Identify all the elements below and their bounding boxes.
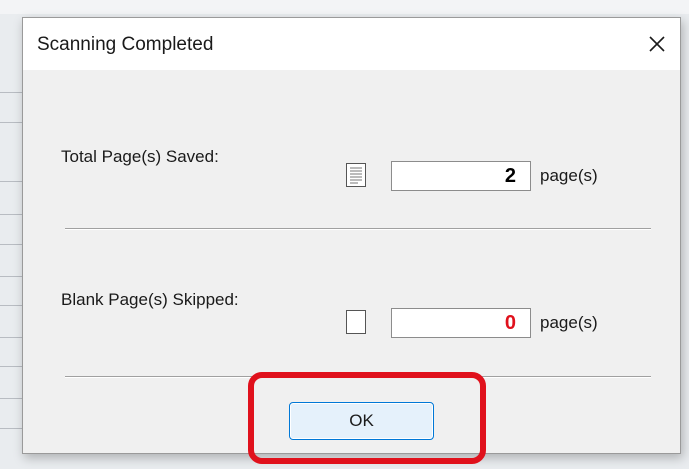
saved-pages-value: 2 — [504, 165, 516, 187]
background-line — [0, 276, 22, 277]
annotation-highlight-box — [248, 372, 486, 464]
background-line — [0, 214, 22, 215]
background-line — [0, 244, 22, 245]
document-page-icon — [346, 163, 366, 187]
saved-pages-label: Total Page(s) Saved: — [61, 147, 219, 166]
dialog-titlebar: Scanning Completed — [23, 18, 680, 70]
background-line — [0, 428, 22, 429]
blank-page-icon — [346, 310, 366, 334]
background-line — [0, 366, 22, 367]
background-line — [0, 337, 22, 338]
skipped-pages-value: 0 — [504, 312, 516, 334]
saved-pages-unit: page(s) — [540, 166, 598, 185]
background-window-strip — [0, 0, 689, 14]
saved-pages-count: 2 — [391, 161, 531, 191]
background-line — [0, 92, 22, 93]
background-line — [0, 122, 22, 123]
background-line — [0, 398, 22, 399]
background-line — [0, 305, 22, 306]
close-button[interactable] — [634, 18, 680, 70]
skipped-pages-count: 0 — [391, 308, 531, 338]
skipped-pages-unit: page(s) — [540, 313, 598, 332]
close-icon — [649, 36, 665, 52]
separator-line — [65, 228, 651, 230]
skipped-pages-label: Blank Page(s) Skipped: — [61, 290, 239, 309]
dialog-title: Scanning Completed — [37, 34, 214, 55]
background-line — [0, 181, 22, 182]
